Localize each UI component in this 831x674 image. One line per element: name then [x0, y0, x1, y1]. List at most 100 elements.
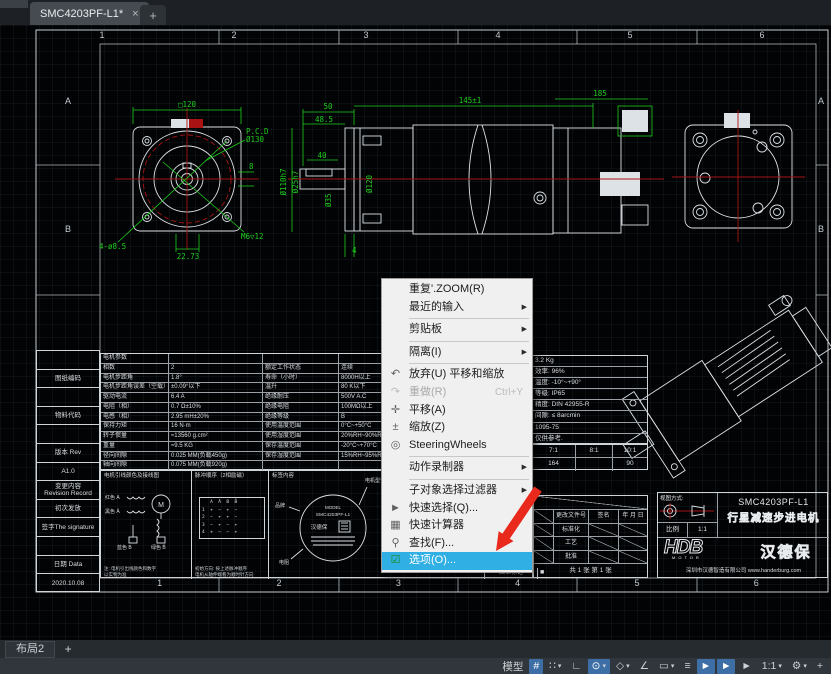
redo-icon: ↷	[387, 384, 404, 402]
close-tab-icon[interactable]: ×	[132, 8, 138, 20]
signoff-row-label: 批准	[554, 551, 589, 565]
revision-table-row: 2020.10.08	[37, 574, 99, 593]
pulse-table-row: 1 + − + −	[202, 507, 262, 515]
menu-item-label: 最近的输入	[409, 301, 464, 313]
zone-letter-left-b: B	[59, 224, 77, 234]
sheet-count: 共 1 张 第 1 张	[534, 564, 647, 640]
quick-select-icon: ►	[387, 500, 404, 518]
snap-mode-icon[interactable]: ∷▾	[545, 659, 565, 674]
file-tab[interactable]: SMC4203PF-L1* ×	[30, 2, 149, 25]
info-table-row: 温度: -10°~+90°	[532, 378, 647, 389]
spec-label: 绝缘等级	[263, 413, 339, 422]
zone-number: 2	[219, 578, 338, 588]
info-table-row: 1095-75	[532, 423, 647, 434]
red-annotation-arrow	[488, 477, 552, 561]
caret-down-icon[interactable]: ▾	[602, 662, 606, 670]
svg-text:Ø120: Ø120	[365, 174, 374, 193]
menu-item[interactable]: ± 缩放(Z) ▶	[382, 419, 532, 437]
ratio-header: 8:1	[576, 445, 613, 458]
menu-item[interactable]: 隔离(I) ▶	[382, 344, 532, 362]
spec-value: 2	[169, 364, 263, 373]
gearbox-info-table: 3.2 Kg效率: 96%温度: -10°~+90°等级: IP65精度: DI…	[531, 355, 648, 444]
status-item-glyph: ≡	[684, 660, 690, 672]
window-corner	[0, 0, 28, 8]
undo-icon: ↶	[387, 366, 404, 384]
annotation-visibility-icon[interactable]: ►▾	[697, 659, 715, 674]
part-box: SMC4203PF-L1 行星减速步进电机	[718, 493, 829, 538]
projection-method-box: 视图方式:	[658, 493, 718, 523]
gear-ratio-table: 7:1 8:1 10:1 164 90	[531, 444, 648, 470]
annotation-scale-label[interactable]: 1:1▾	[758, 659, 786, 674]
ortho-mode-icon[interactable]: ∟▾	[567, 659, 585, 674]
steeringwheels-icon: ◎	[387, 437, 404, 455]
status-item-glyph: ◇	[616, 660, 624, 672]
svg-text:Ø35: Ø35	[324, 193, 333, 207]
info-table-row: 间隙: ≤ 8arcmin	[532, 411, 647, 422]
menu-item[interactable]: 最近的输入 ▶	[382, 299, 532, 317]
layout-tab[interactable]: 布局2	[5, 641, 55, 658]
caret-down-icon[interactable]: ▾	[671, 662, 675, 670]
signoff-cell	[619, 551, 647, 565]
caret-down-icon[interactable]: ▾	[803, 662, 807, 670]
grid-display-icon[interactable]: #▾	[529, 659, 543, 674]
spec-label: 寿命（小时）	[263, 374, 339, 383]
spec-label: 额定工作状态	[263, 364, 339, 373]
projection-method-label: 视图方式:	[658, 493, 717, 503]
model-space-toggle[interactable]: 模型▾	[498, 659, 527, 674]
spec-value: 0.7 Ω±10%	[169, 403, 263, 412]
menu-item[interactable]: ↷ 重做(R) Ctrl+Y ▶	[382, 384, 532, 402]
submenu-arrow-icon: ▶	[522, 344, 527, 362]
zone-letter-left-a: A	[59, 96, 77, 106]
layout-tab-bar: 布局2 +	[0, 640, 831, 658]
wiring-note: 注: 电机引出线颜色和数字 以实物为准	[104, 566, 156, 577]
spec-label: 保持力矩	[101, 422, 169, 431]
isodraft-icon[interactable]: ∠▾	[636, 659, 653, 674]
menu-item-label: 重复'.ZOOM(R)	[409, 283, 484, 295]
menu-item-label: 选项(O)...	[409, 554, 456, 566]
spec-label: 径向间隙	[101, 452, 169, 461]
menu-item[interactable]: ↶ 放弃(U) 平移和缩放 ▶	[382, 366, 532, 384]
spec-label: 绝缘电阻	[263, 403, 339, 412]
spec-value: ≈13560 g.cm²	[169, 432, 263, 441]
zone-number: 2	[168, 30, 300, 40]
status-item-glyph: ∷	[549, 660, 556, 672]
svg-text:22.73: 22.73	[177, 252, 200, 261]
annotation-monitor-icon[interactable]: ►▾	[737, 659, 755, 674]
menu-item[interactable]: ✛ 平移(A) ▶	[382, 402, 532, 420]
workspace-gear-icon[interactable]: ⚙▾	[788, 659, 811, 674]
menu-item[interactable]: 重复'.ZOOM(R) ▶	[382, 281, 532, 299]
drawing-canvas[interactable]: □120 P.C.D Ø130 4-ø8.5 M6▽12 22.73 8	[0, 25, 831, 640]
svg-text:185: 185	[593, 89, 607, 98]
annotation-autoscale-icon[interactable]: ►▾	[717, 659, 735, 674]
info-table-row: 3.2 Kg	[532, 356, 647, 367]
caret-down-icon[interactable]: ▾	[626, 662, 630, 670]
selection-cycling-icon[interactable]: ▭▾	[655, 659, 678, 674]
customization-icon[interactable]: +▾	[813, 659, 827, 674]
status-item-text: 模型	[502, 659, 523, 674]
pulse-table-row: 3 − + − +	[202, 522, 262, 530]
menu-item-label: 快速选择(Q)...	[409, 502, 478, 514]
signoff-header: 年 月 日	[619, 510, 647, 524]
new-layout-button[interactable]: +	[59, 642, 77, 656]
spec-label: 电机参数	[101, 354, 169, 363]
revision-table-row: 签字The signature	[37, 518, 99, 537]
menu-item[interactable]: 剪贴板 ▶	[382, 321, 532, 339]
pulse-sequence-cell: 脉冲顺序（2相励磁） A Ā B B̄1 + − + −2 − + + −3 −…	[191, 471, 268, 579]
info-table-row: 精度: DIN 42955-R	[532, 400, 647, 411]
lineweight-icon[interactable]: ≡▾	[680, 659, 694, 674]
signoff-row-label: 标准化	[554, 524, 589, 538]
menu-item[interactable]: ◎ SteeringWheels ▶	[382, 437, 532, 455]
caret-down-icon[interactable]: ▾	[558, 662, 562, 670]
spec-value	[169, 354, 263, 363]
object-snap-icon[interactable]: ◇▾	[612, 659, 634, 674]
revision-table-row: 日期 Data	[37, 556, 99, 575]
caret-down-icon[interactable]: ▾	[778, 662, 782, 670]
polar-tracking-icon[interactable]: ⊙▾	[588, 659, 610, 674]
new-drawing-tab-button[interactable]: +	[140, 5, 166, 25]
zone-numbers-bottom: 123456	[100, 578, 816, 588]
brand-name: 汉德保	[743, 538, 829, 565]
svg-text:M6▽12: M6▽12	[241, 232, 264, 241]
status-item-text: 1:1	[762, 660, 777, 672]
pulse-table: A Ā B B̄1 + − + −2 − + + −3 − + − +4 + −…	[199, 497, 265, 539]
menu-item[interactable]: 动作录制器 ▶	[382, 459, 532, 477]
